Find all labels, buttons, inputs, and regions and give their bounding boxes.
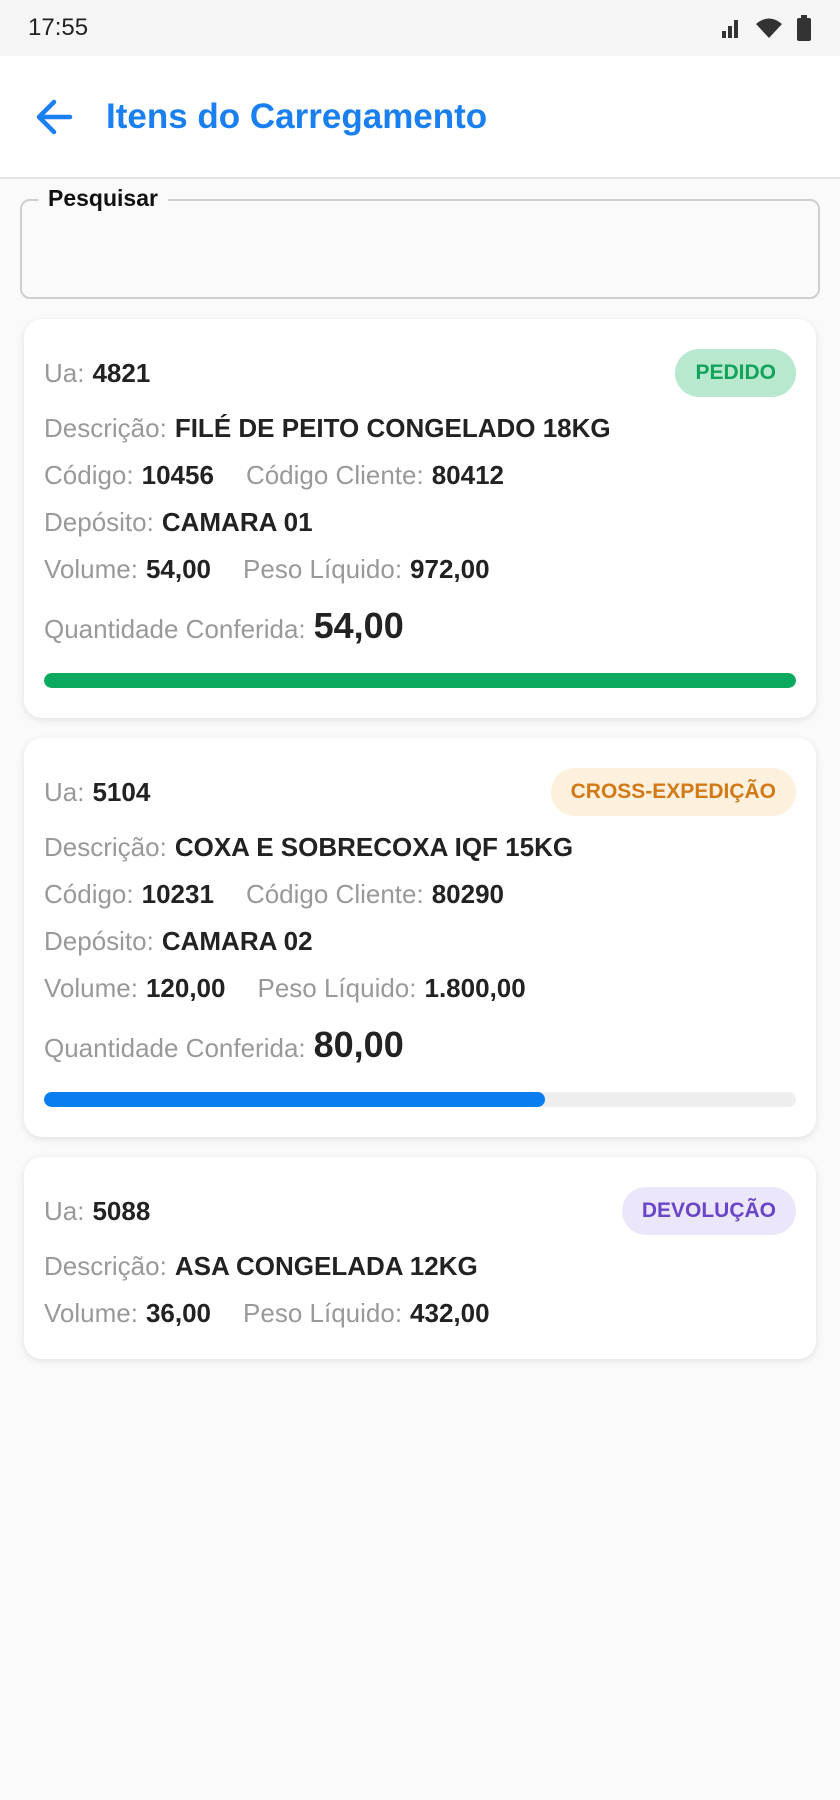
cell-signal-icon <box>722 20 738 38</box>
description-value: ASA CONGELADA 12KG <box>174 1251 478 1281</box>
page-title: Itens do Carregamento <box>106 96 488 136</box>
volume-value: 120,00 <box>145 973 226 1003</box>
volume-label: Volume: <box>44 973 138 1003</box>
net-weight-label: Peso Líquido: <box>243 1298 403 1328</box>
code-row: Código: 10231 Código Cliente: 80290 <box>44 879 796 910</box>
status-time: 17:55 <box>28 14 89 41</box>
client-code-label: Código Cliente: <box>245 460 424 490</box>
progress-bar <box>44 673 796 688</box>
search-input[interactable] <box>36 229 804 283</box>
status-icons <box>720 15 812 41</box>
search-label: Pesquisar <box>38 185 168 212</box>
search-field[interactable]: Pesquisar <box>20 185 820 299</box>
arrow-left-icon <box>36 99 73 134</box>
battery-icon <box>797 15 811 41</box>
ua-value: 5104 <box>92 776 151 807</box>
description-row: Descrição: COXA E SOBRECOXA IQF 15KG <box>44 832 796 863</box>
status-badge: PEDIDO <box>675 349 796 397</box>
checked-quantity-label: Quantidade Conferida: <box>44 1033 306 1063</box>
progress-fill <box>44 1092 546 1107</box>
description-value: FILÉ DE PEITO CONGELADO 18KG <box>174 413 611 443</box>
description-label: Descrição: <box>44 1251 167 1281</box>
net-weight-label: Peso Líquido: <box>257 973 417 1003</box>
volume-row: Volume: 120,00 Peso Líquido: 1.800,00 <box>44 973 796 1004</box>
progress-bar <box>44 1092 796 1107</box>
depot-label: Depósito: <box>44 926 154 956</box>
net-weight-value: 432,00 <box>410 1298 490 1328</box>
checked-quantity-row: Quantidade Conferida: 54,00 <box>44 605 796 647</box>
wifi-icon <box>756 18 782 38</box>
status-badge: CROSS-EXPEDIÇÃO <box>550 768 796 816</box>
description-row: Descrição: ASA CONGELADA 12KG <box>44 1251 796 1282</box>
list-item[interactable]: Ua: 5088 DEVOLUÇÃO Descrição: ASA CONGELAD… <box>24 1157 816 1359</box>
ua-row: Ua: 5088 DEVOLUÇÃO <box>44 1187 796 1235</box>
description-label: Descrição: <box>44 413 167 443</box>
volume-value: 36,00 <box>145 1298 212 1328</box>
app-bar: Itens do Carregamento <box>0 56 840 179</box>
code-label: Código: <box>44 460 134 490</box>
volume-label: Volume: <box>44 1298 138 1328</box>
depot-value: CAMARA 01 <box>161 507 313 537</box>
ua-value: 4821 <box>92 357 151 388</box>
checked-quantity-row: Quantidade Conferida: 80,00 <box>44 1024 796 1066</box>
volume-row: Volume: 36,00 Peso Líquido: 432,00 <box>44 1298 796 1329</box>
volume-label: Volume: <box>44 554 138 584</box>
checked-quantity-value: 80,00 <box>313 1024 404 1065</box>
volume-row: Volume: 54,00 Peso Líquido: 972,00 <box>44 554 796 585</box>
checked-quantity-value: 54,00 <box>313 605 404 646</box>
code-value: 10231 <box>141 879 214 909</box>
code-value: 10456 <box>141 460 214 490</box>
ua-row: Ua: 5104 CROSS-EXPEDIÇÃO <box>44 768 796 816</box>
item-list: Ua: 4821 PEDIDO Descrição: FILÉ DE PEITO C… <box>0 319 840 1359</box>
client-code-label: Código Cliente: <box>245 879 424 909</box>
status-bar: 17:55 <box>0 0 840 56</box>
status-badge: DEVOLUÇÃO <box>621 1187 796 1235</box>
net-weight-value: 1.800,00 <box>424 973 526 1003</box>
ua-label: Ua: <box>44 357 85 388</box>
client-code-value: 80412 <box>431 460 505 490</box>
volume-value: 54,00 <box>145 554 212 584</box>
list-item[interactable]: Ua: 4821 PEDIDO Descrição: FILÉ DE PEITO C… <box>24 319 816 718</box>
ua-label: Ua: <box>44 776 85 807</box>
depot-value: CAMARA 02 <box>161 926 313 956</box>
description-value: COXA E SOBRECOXA IQF 15KG <box>174 832 574 862</box>
depot-label: Depósito: <box>44 507 154 537</box>
ua-label: Ua: <box>44 1195 85 1226</box>
description-label: Descrição: <box>44 832 167 862</box>
net-weight-label: Peso Líquido: <box>243 554 403 584</box>
description-row: Descrição: FILÉ DE PEITO CONGELADO 18KG <box>44 413 796 444</box>
depot-row: Depósito: CAMARA 01 <box>44 507 796 538</box>
progress-fill <box>44 673 796 688</box>
ua-value: 5088 <box>92 1195 151 1226</box>
checked-quantity-label: Quantidade Conferida: <box>44 614 306 644</box>
back-button[interactable] <box>32 95 76 139</box>
ua-row: Ua: 4821 PEDIDO <box>44 349 796 397</box>
list-item[interactable]: Ua: 5104 CROSS-EXPEDIÇÃO Descrição: COXA E… <box>24 738 816 1137</box>
code-row: Código: 10456 Código Cliente: 80412 <box>44 460 796 491</box>
net-weight-value: 972,00 <box>410 554 490 584</box>
code-label: Código: <box>44 879 134 909</box>
client-code-value: 80290 <box>431 879 505 909</box>
depot-row: Depósito: CAMARA 02 <box>44 926 796 957</box>
